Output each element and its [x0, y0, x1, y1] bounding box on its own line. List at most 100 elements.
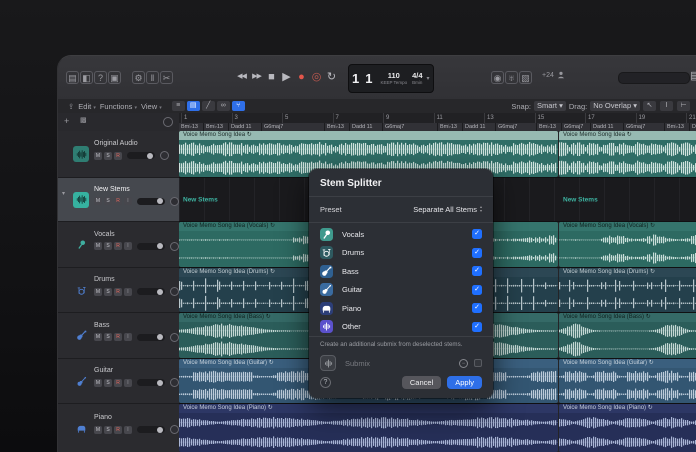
s-button[interactable]: S [104, 197, 112, 205]
library-icon[interactable]: ▤ [66, 71, 79, 84]
capture-button[interactable]: ◎ [309, 69, 324, 85]
m-button[interactable]: M [94, 242, 102, 250]
volume-slider[interactable] [127, 152, 155, 159]
stem-row-drums[interactable]: Drums ✓ [309, 244, 493, 263]
chord-cell[interactable]: Dadd 11 [229, 123, 261, 131]
record-button[interactable]: ● [294, 69, 309, 85]
volume-knob[interactable] [157, 243, 163, 249]
track-header-piano[interactable]: Piano M S R I [58, 404, 179, 452]
list-view-icon[interactable]: ▤ [688, 68, 696, 84]
text-tool-icon[interactable]: I [660, 101, 673, 111]
stem-row-guitar[interactable]: Guitar ✓ [309, 281, 493, 300]
stem-row-vocals[interactable]: Vocals ✓ [309, 225, 493, 244]
chord-cell[interactable]: G6maj7 [562, 123, 590, 131]
audio-region[interactable]: Voice Memo Song Idea (Drums) ↻ [559, 268, 696, 312]
audio-region[interactable]: Voice Memo Song Idea ↻ [559, 131, 696, 177]
drag-select[interactable]: No Overlap ▾ [590, 101, 640, 111]
volume-slider[interactable] [137, 426, 165, 433]
audio-region[interactable]: Voice Memo Song Idea (Piano) ↻ [179, 404, 558, 452]
cancel-button[interactable]: Cancel [401, 376, 442, 389]
r-button[interactable]: R [114, 242, 122, 250]
remove-submix-button[interactable]: − [459, 358, 468, 368]
waveform-view-button[interactable]: ▤ [186, 101, 200, 111]
audio-region[interactable]: Voice Memo Song Idea (Piano) ↻ [559, 404, 696, 452]
m-button[interactable]: M [94, 287, 102, 296]
loop-range-button[interactable]: ∞ [216, 101, 230, 111]
play-button[interactable]: ▶ [279, 69, 294, 85]
i-button[interactable]: I [124, 287, 132, 296]
volume-knob[interactable] [147, 152, 153, 159]
chord-cell[interactable]: G6maj7 [262, 123, 324, 131]
stem-checkbox[interactable]: ✓ [472, 229, 482, 240]
i-button[interactable]: I [124, 242, 132, 250]
disclosure-chevron-icon[interactable]: ▾ [62, 190, 65, 197]
stem-row-piano[interactable]: Piano ✓ [309, 299, 493, 318]
chord-cell[interactable]: Dadd 11 [591, 123, 623, 131]
r-button[interactable]: R [114, 287, 122, 296]
snap-select[interactable]: Smart ▾ [533, 101, 566, 111]
audio-region[interactable]: Voice Memo Song Idea (Guitar) ↻ [559, 359, 696, 403]
chord-cell[interactable]: Bm♭13 [665, 123, 689, 131]
pan-knob[interactable] [170, 241, 179, 251]
s-button[interactable]: S [104, 378, 112, 387]
fast-forward-button[interactable]: ▶▶ [249, 69, 264, 85]
submix-checkbox[interactable] [474, 359, 482, 367]
count-in-icon[interactable]: ▧ [519, 71, 532, 84]
edit-menu[interactable]: Edit ▾ [78, 102, 96, 111]
s-button[interactable]: S [104, 151, 112, 160]
lcd-timesig-key[interactable]: 4/4 Bmin [412, 72, 422, 86]
chord-cell[interactable]: Bm♭13 [204, 123, 228, 131]
collaboration-badge[interactable]: +24 [542, 71, 565, 79]
i-button[interactable]: I [124, 378, 132, 387]
pointer-tool-icon[interactable]: ↖ [643, 101, 656, 111]
pan-knob[interactable] [170, 196, 179, 206]
help-button[interactable]: ? [320, 377, 331, 388]
pan-knob[interactable] [160, 151, 169, 160]
mixer-icon[interactable]: ‖ [146, 71, 159, 84]
duplicate-track-button[interactable]: ▩ [80, 116, 87, 124]
track-header-new-stems[interactable]: ▾ New Stems M S R I [58, 178, 179, 222]
stem-checkbox[interactable]: ✓ [472, 303, 482, 314]
stem-checkbox[interactable]: ✓ [472, 266, 482, 277]
catch-playhead-icon[interactable]: ⇪ [68, 102, 74, 111]
track-header-drums[interactable]: Drums M S R I [58, 268, 179, 313]
audio-region[interactable]: Voice Memo Song Idea (Bass) ↻ [559, 313, 696, 358]
chord-cell[interactable]: G6maj7 [496, 123, 536, 131]
editors-icon[interactable]: ✂ [160, 71, 173, 84]
volume-knob[interactable] [157, 334, 163, 340]
inspector-icon[interactable]: ◧ [80, 71, 93, 84]
view-menu[interactable]: View ▾ [141, 102, 162, 111]
stem-splitter-button[interactable]: ⑂ [231, 101, 245, 111]
s-button[interactable]: S [104, 425, 112, 434]
s-button[interactable]: S [104, 287, 112, 296]
rewind-button[interactable]: ◀◀ [234, 69, 249, 85]
track-header-original-audio[interactable]: Original Audio M S R [58, 131, 179, 178]
stem-checkbox[interactable]: ✓ [472, 284, 482, 295]
chord-cell[interactable]: Dadd 11 [350, 123, 382, 131]
automation-button[interactable]: ╱ [201, 101, 215, 111]
stem-row-other[interactable]: Other ✓ [309, 318, 493, 337]
r-button[interactable]: R [114, 197, 122, 205]
m-button[interactable]: M [94, 151, 102, 160]
stop-button[interactable]: ■ [264, 69, 279, 85]
pan-knob[interactable] [170, 425, 179, 434]
volume-slider[interactable] [137, 242, 165, 250]
track-header-bass[interactable]: Bass M S R I [58, 313, 179, 359]
quick-help-icon[interactable]: ? [94, 71, 107, 84]
r-button[interactable]: R [114, 333, 122, 341]
chord-cell[interactable]: Bm♭13 [438, 123, 462, 131]
cycle-button[interactable]: ↻ [324, 69, 339, 85]
volume-knob[interactable] [157, 198, 163, 204]
i-button[interactable]: I [124, 333, 132, 341]
tuner-icon[interactable]: ♅ [505, 71, 518, 84]
r-button[interactable]: R [114, 151, 122, 160]
lcd-tempo[interactable]: 110 KEEP Tempo [380, 72, 407, 86]
volume-slider[interactable] [137, 197, 165, 205]
stem-row-bass[interactable]: Bass ✓ [309, 262, 493, 281]
lcd-chevron-icon[interactable]: ▾ [427, 75, 430, 82]
m-button[interactable]: M [94, 378, 102, 387]
pan-knob[interactable] [170, 378, 179, 387]
s-button[interactable]: S [104, 333, 112, 341]
audio-region[interactable]: Voice Memo Song Idea (Vocals) ↻ [559, 222, 696, 267]
s-button[interactable]: S [104, 242, 112, 250]
